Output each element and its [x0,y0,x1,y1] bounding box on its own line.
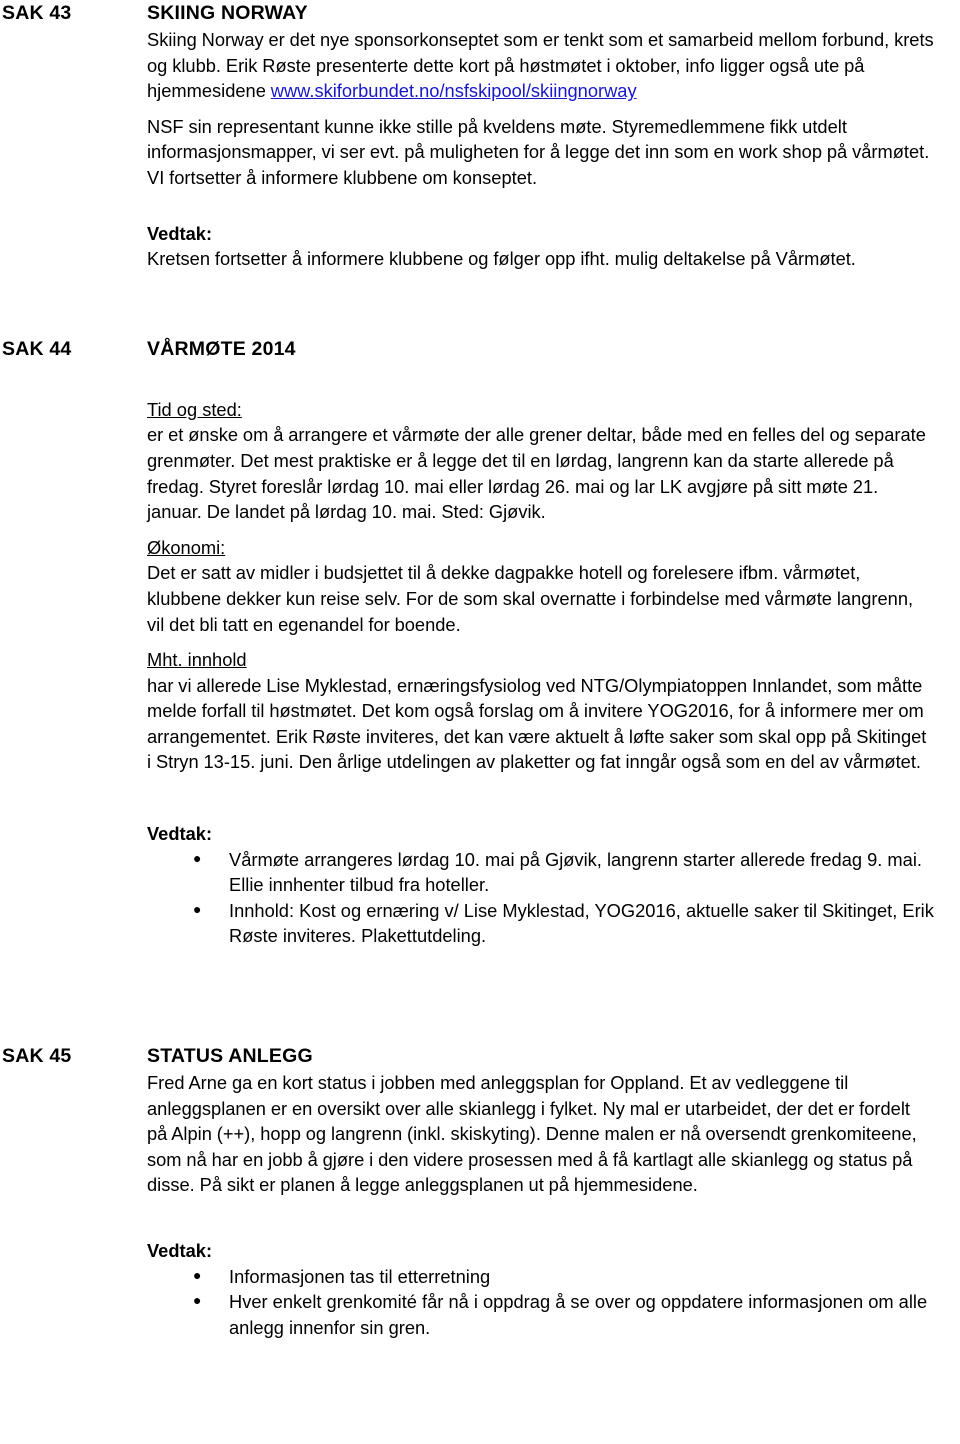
list-item-text: Hver enkelt grenkomité får nå i oppdrag … [229,1291,928,1338]
list-item: ● Informasjonen tas til etterretning [147,1264,934,1290]
paragraph-mht-innhold: har vi allerede Lise Myklestad, ernæring… [147,674,927,773]
paragraph-status-anlegg: Fred Arne ga en kort status i jobben med… [147,1072,917,1196]
list-item-text: Informasjonen tas til etterretning [229,1265,491,1287]
section-title-sak-43: SKIING NORWAY [147,2,308,24]
bullet-icon: ● [193,900,202,917]
vedtak-label-sak-43: Vedtak: [147,222,213,244]
section-body-sak-44: VÅRMØTE 2014 Tid og sted: er et ønske om… [147,336,960,949]
list-item-text: Innhold: Kost og ernæring v/ Lise Mykles… [229,899,934,947]
section-sak-45: SAK 45 STATUS ANLEGG Fred Arne ga en kor… [0,1043,960,1340]
heading-mht-innhold: Mht. innhold [147,649,247,671]
list-item: ● Vårmøte arrangeres lørdag 10. mai på Gj… [147,847,934,898]
section-label-sak-43: SAK 43 [2,2,72,24]
vedtak-bullets-sak-44: ● Vårmøte arrangeres lørdag 10. mai på Gj… [147,847,934,949]
heading-tid-og-sted: Tid og sted: [147,398,242,420]
paragraph-okonomi: Det er satt av midler i budsjettet til å… [147,562,914,635]
section-title-sak-45: STATUS ANLEGG [147,1045,313,1068]
bullet-icon: ● [193,1292,202,1309]
bullet-icon: ● [193,1266,202,1283]
bullet-icon: ● [193,849,202,866]
paragraph-skiing-norway-intro: Skiing Norway er det nye sponsorkonsepte… [147,27,934,104]
paragraph-tid-og-sted: er et ønske om å arrangere et vårmøte de… [147,424,926,523]
section-body-sak-43: SKIING NORWAY Skiing Norway er det nye s… [147,0,960,272]
vedtak-label-sak-44: Vedtak: [147,823,213,845]
list-item: ● Innhold: Kost og ernæring v/ Lise Mykle… [147,898,934,949]
spacer-between-sak-43-44 [0,272,960,336]
section-label-sak-44: SAK 44 [2,337,72,360]
list-item: ● Hver enkelt grenkomité får nå i oppdrag… [147,1289,934,1340]
section-body-sak-45: STATUS ANLEGG Fred Arne ga en kort statu… [147,1043,960,1340]
list-item-text: Vårmøte arrangeres lørdag 10. mai på Gjø… [229,848,922,896]
section-sak-43: SAK 43 SKIING NORWAY Skiing Norway er de… [0,0,960,272]
vedtak-label-sak-45: Vedtak: [147,1240,213,1261]
skiforbundet-link[interactable]: www.skiforbundet.no/nsfskipool/skiingnor… [271,80,637,101]
spacer-between-sak-44-45 [0,949,960,1013]
section-label-sak-45: SAK 45 [2,1045,72,1068]
vedtak-text-sak-43: Kretsen fortsetter å informere klubbene … [147,248,856,270]
section-sak-44: SAK 44 VÅRMØTE 2014 Tid og sted: er et ø… [0,336,960,949]
paragraph-nsf-representant: NSF sin representant kunne ikke stille p… [147,115,930,188]
document-page: SAK 43 SKIING NORWAY Skiing Norway er de… [0,0,960,1444]
vedtak-bullets-sak-45: ● Informasjonen tas til etterretning ● Hve… [147,1264,934,1341]
section-title-sak-44: VÅRMØTE 2014 [147,337,296,360]
heading-okonomi: Økonomi: [147,536,226,558]
